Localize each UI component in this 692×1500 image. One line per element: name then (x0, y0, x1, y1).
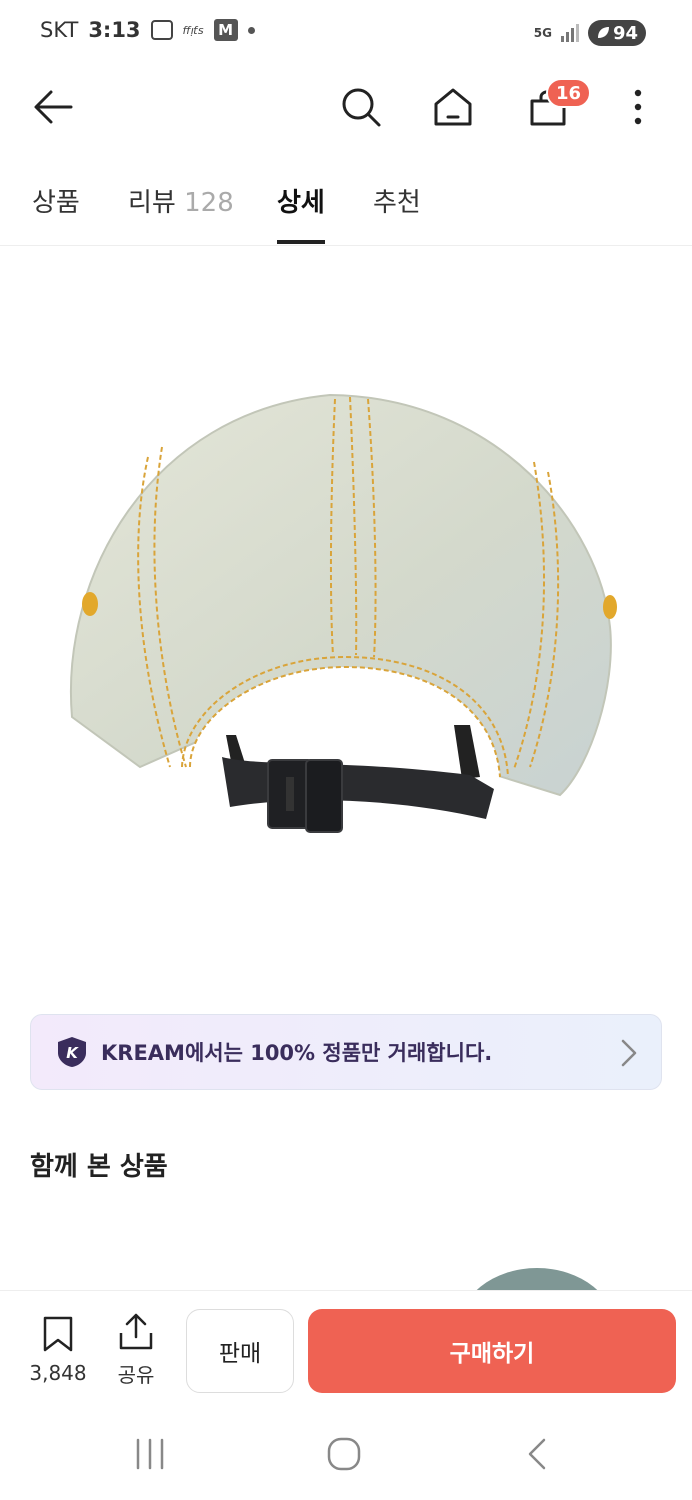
tab-recommended[interactable]: 추천 (373, 182, 421, 244)
share-button[interactable]: 공유 (106, 1313, 166, 1389)
buy-button[interactable]: 구매하기 (308, 1309, 676, 1393)
more-options-button[interactable] (620, 82, 656, 132)
bottom-action-bar: 3,848 공유 판매 구매하기 (0, 1290, 692, 1408)
tab-label: 추천 (373, 188, 421, 218)
tab-details[interactable]: 상세 (277, 182, 325, 244)
status-bar: SKT 3:13 ffᴉƭs M 5G 94 (0, 0, 692, 66)
top-app-bar (0, 66, 692, 146)
buy-label: 구매하기 (449, 1341, 535, 1367)
clock: 3:13 (88, 18, 141, 42)
cart-count-badge: 16 (546, 78, 592, 108)
authenticity-text: KREAM에서는 100% 정품만 거래합니다. (101, 1041, 493, 1065)
related-products-title: 함께 본 상품 (30, 1152, 168, 1182)
share-label: 공유 (117, 1363, 155, 1387)
bookmark-button[interactable]: 3,848 (24, 1315, 92, 1389)
home-icon (434, 88, 472, 126)
home-button[interactable] (428, 82, 478, 132)
tab-label: 상품 (32, 188, 80, 218)
kream-logo-letter: K (66, 1044, 79, 1062)
back-nav-button[interactable] (518, 1436, 558, 1472)
product-tabs: 상품 리뷰 128 상세 추천 (0, 166, 692, 246)
network-type: 5G (533, 26, 552, 40)
kream-shield-icon: K (58, 1037, 86, 1067)
search-icon (342, 88, 381, 127)
tab-label: 리뷰 (128, 188, 176, 218)
bookmark-count: 3,848 (29, 1361, 87, 1385)
recent-apps-button[interactable] (130, 1436, 170, 1472)
m-app-icon: M (213, 19, 238, 41)
arrow-left-icon (34, 90, 73, 124)
signal-icon (560, 24, 579, 42)
tab-label: 상세 (277, 188, 325, 218)
authenticity-banner[interactable]: K KREAM에서는 100% 정품만 거래합니다. (30, 1014, 662, 1090)
review-count: 128 (184, 188, 234, 218)
back-button[interactable] (30, 84, 76, 130)
more-vertical-icon (634, 89, 642, 125)
tab-product[interactable]: 상품 (32, 182, 80, 244)
denim-cap-image (70, 393, 617, 833)
screenshot-icon (150, 20, 173, 40)
app-notification-icon: ffᴉƭs (182, 23, 204, 37)
sell-button[interactable]: 판매 (186, 1309, 294, 1393)
chevron-right-icon (621, 1039, 637, 1067)
battery-indicator: 94 (587, 20, 646, 46)
search-button[interactable] (336, 82, 386, 132)
home-nav-button[interactable] (324, 1436, 364, 1472)
carrier-label: SKT (40, 18, 79, 42)
product-detail-image (0, 247, 692, 987)
battery-level: 94 (612, 22, 638, 44)
leaf-icon (597, 27, 609, 38)
tab-reviews[interactable]: 리뷰 128 (128, 182, 234, 244)
bookmark-icon (43, 1316, 73, 1352)
sell-label: 판매 (218, 1341, 262, 1367)
notification-dot-icon (247, 26, 255, 34)
system-navigation-bar (0, 1408, 692, 1500)
share-icon (119, 1313, 153, 1350)
